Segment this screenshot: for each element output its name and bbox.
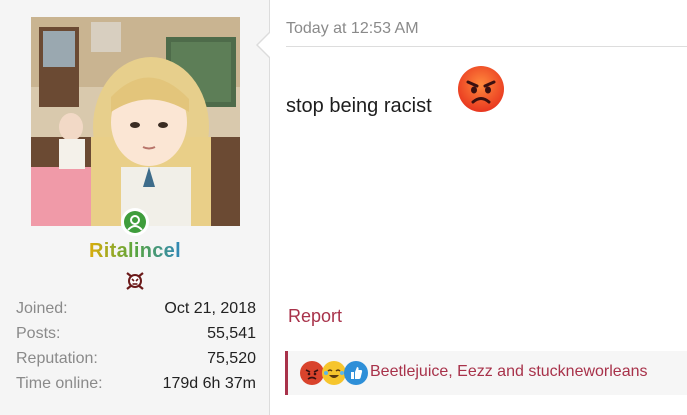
angry-face-emoji-icon [457, 65, 505, 113]
divider [286, 46, 687, 47]
stat-posts: Posts: 55,541 [16, 323, 256, 348]
stat-reputation: Reputation: 75,520 [16, 348, 256, 373]
stat-label: Joined: [16, 300, 68, 317]
stat-joined: Joined: Oct 21, 2018 [16, 298, 256, 323]
post-date[interactable]: Today at 12:53 AM [286, 20, 419, 38]
like-react-icon[interactable] [344, 361, 368, 385]
likes-users-link[interactable]: Beetlejuice, Eezz and stuckneworleans [370, 363, 648, 381]
stat-time-online: Time online: 179d 6h 37m [16, 373, 256, 398]
username[interactable]: Ritalincel [0, 240, 270, 263]
reactions-bar: Beetlejuice, Eezz and stuckneworleans [285, 351, 687, 395]
stat-value: 55,541 [207, 325, 256, 342]
stat-value: 75,520 [207, 350, 256, 367]
laugh-react-icon[interactable] [322, 361, 346, 385]
user-stats: Joined: Oct 21, 2018 Posts: 55,541 Reput… [16, 298, 256, 398]
message-content: Today at 12:53 AM stop being racist Repo… [271, 0, 687, 415]
stat-value: 179d 6h 37m [162, 375, 256, 392]
message-text: stop being racist [286, 95, 432, 117]
stat-label: Posts: [16, 325, 61, 342]
angry-skull-icon [124, 270, 146, 292]
online-status-badge [121, 208, 149, 236]
anime-girl-avatar-icon [31, 17, 240, 226]
reaction-icons[interactable] [300, 361, 370, 385]
forum-post: Ritalincel Joined: Oct 21, 2018 Posts: 5… [0, 0, 687, 415]
online-user-icon [124, 211, 146, 233]
angry-react-icon[interactable] [300, 361, 324, 385]
avatar[interactable] [31, 17, 240, 226]
user-block: Ritalincel Joined: Oct 21, 2018 Posts: 5… [0, 0, 270, 415]
message-pointer-fill [258, 32, 271, 58]
report-link[interactable]: Report [288, 306, 342, 327]
stat-label: Time online: [16, 375, 103, 392]
stat-label: Reputation: [16, 350, 98, 367]
stat-value: Oct 21, 2018 [164, 300, 256, 317]
